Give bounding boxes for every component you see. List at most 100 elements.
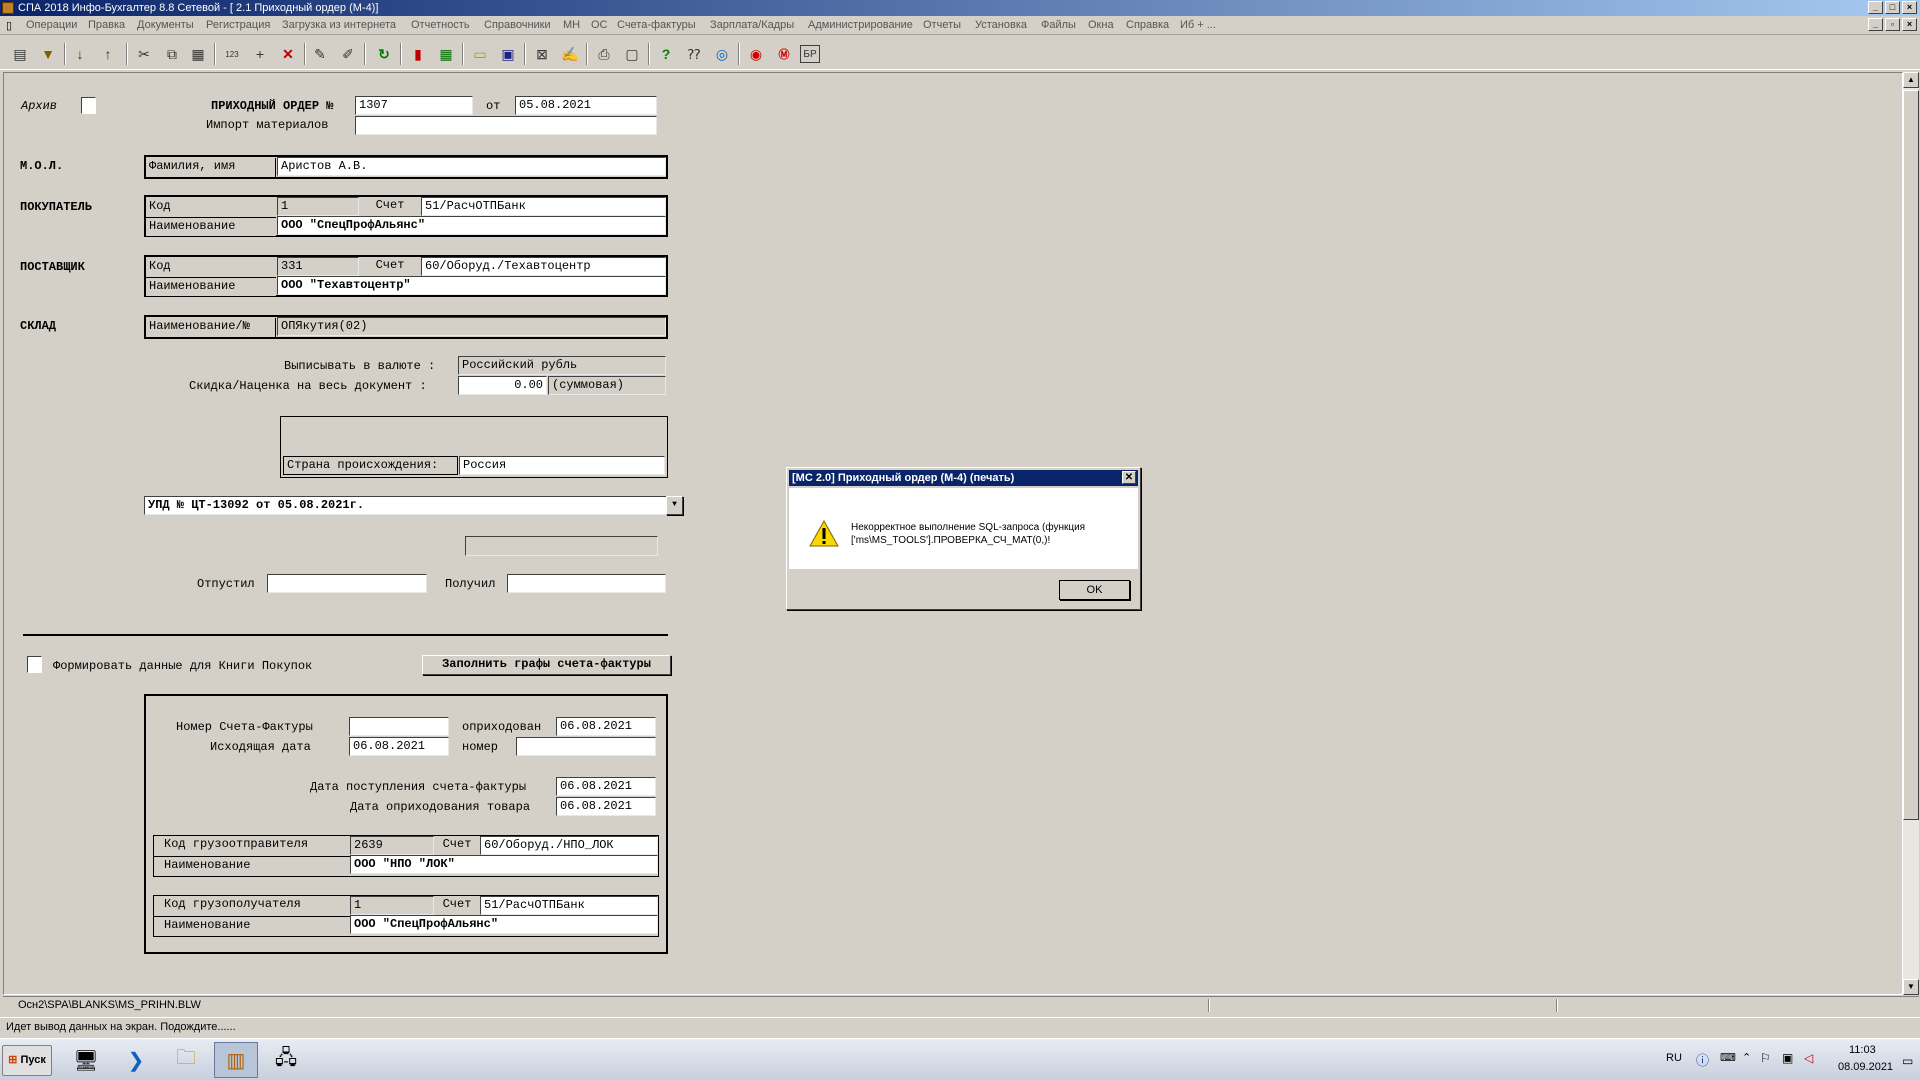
- fill-invoice-button[interactable]: Заполнить графы счета-фактуры: [422, 655, 671, 675]
- export-icon[interactable]: ⊠: [530, 42, 554, 66]
- mol-field[interactable]: Аристов А.В.: [277, 157, 666, 176]
- delete-icon[interactable]: ✕: [276, 42, 300, 66]
- invoice-number-field[interactable]: [349, 717, 449, 736]
- receipt-date-field[interactable]: 06.08.2021: [556, 777, 656, 796]
- scroll-up-button[interactable]: ▲: [1903, 72, 1919, 88]
- filter-icon[interactable]: ▼: [36, 42, 60, 66]
- maximize-button[interactable]: □: [1885, 1, 1900, 14]
- upd-select[interactable]: УПД № ЦТ-13092 от 05.08.2021г.: [144, 496, 667, 515]
- discount-type-field[interactable]: (суммовая): [548, 376, 666, 395]
- close-button[interactable]: ×: [1902, 1, 1917, 14]
- sort-desc-icon[interactable]: ↑: [96, 42, 120, 66]
- buyer-name-field[interactable]: ООО "СпецПрофАльянс": [277, 216, 666, 235]
- br-icon[interactable]: БР: [800, 45, 820, 63]
- shipper-name-field[interactable]: ООО "НПО "ЛОК": [350, 855, 658, 874]
- computer-icon[interactable]: 🖥: [64, 1042, 108, 1078]
- help-tray-icon[interactable]: ⓘ: [1696, 1050, 1709, 1069]
- menu-more[interactable]: Иб + ...: [1180, 19, 1216, 31]
- menu-registration[interactable]: Регистрация: [206, 19, 270, 31]
- language-indicator[interactable]: RU: [1666, 1052, 1682, 1064]
- menu-invoices[interactable]: Счета-фактуры: [617, 19, 696, 31]
- released-field[interactable]: [267, 574, 427, 593]
- network-icon[interactable]: ▣: [1782, 1051, 1793, 1065]
- menu-install[interactable]: Установка: [975, 19, 1027, 31]
- consignee-account-field[interactable]: 51/РасчОТПБанк: [480, 896, 658, 915]
- powershell-icon[interactable]: ❯: [114, 1042, 158, 1078]
- pdf-icon[interactable]: ▮: [406, 42, 430, 66]
- consignee-code-field[interactable]: 1: [350, 896, 434, 915]
- minimize-button[interactable]: _: [1868, 1, 1883, 14]
- start-button[interactable]: ⊞ Пуск: [2, 1045, 52, 1076]
- scroll-thumb[interactable]: [1903, 90, 1919, 820]
- book-checkbox[interactable]: [27, 656, 42, 673]
- shipper-account-field[interactable]: 60/Оборуд./НПО_ЛОК: [480, 836, 658, 855]
- server-icon[interactable]: 🖧: [264, 1042, 308, 1078]
- whatis-icon[interactable]: ⁇: [682, 42, 706, 66]
- print-icon[interactable]: ⎙: [592, 42, 616, 66]
- vertical-scrollbar[interactable]: ▲ ▼: [1903, 72, 1919, 995]
- chevron-down-icon[interactable]: ▼: [666, 496, 683, 515]
- warehouse-field[interactable]: ОПЯкутия(02): [277, 317, 666, 336]
- spa-app-icon[interactable]: ▥: [214, 1042, 258, 1078]
- flag-icon[interactable]: ⚐: [1760, 1051, 1771, 1065]
- lifebuoy-icon[interactable]: ◉: [744, 42, 768, 66]
- discount-field[interactable]: 0.00: [458, 376, 547, 395]
- unmark-icon[interactable]: ✐: [336, 42, 360, 66]
- posted-field[interactable]: 06.08.2021: [556, 717, 656, 736]
- buyer-account-field[interactable]: 51/РасчОТПБанк: [421, 197, 666, 216]
- menu-edit[interactable]: Правка: [88, 19, 125, 31]
- show-desktop-icon[interactable]: ▭: [1902, 1054, 1913, 1068]
- menu-internet-load[interactable]: Загрузка из интернета: [282, 19, 396, 31]
- show-hidden-icon[interactable]: ⌃: [1742, 1051, 1751, 1064]
- buyer-code-field[interactable]: 1: [277, 197, 359, 216]
- copy-icon[interactable]: ⧉: [160, 42, 184, 66]
- menu-reporting[interactable]: Отчетность: [411, 19, 470, 31]
- menu-reports[interactable]: Отчеты: [923, 19, 961, 31]
- sort-asc-icon[interactable]: ↓: [68, 42, 92, 66]
- menu-admin[interactable]: Администрирование: [808, 19, 913, 31]
- select-icon[interactable]: ▤: [8, 42, 32, 66]
- calc-icon[interactable]: 123: [220, 42, 244, 66]
- preview-icon[interactable]: ▢: [620, 42, 644, 66]
- volume-icon[interactable]: ◁: [1804, 1051, 1813, 1065]
- explorer-icon[interactable]: 🗀: [164, 1042, 208, 1078]
- supplier-code-field[interactable]: 331: [277, 257, 359, 276]
- add-icon[interactable]: +: [248, 42, 272, 66]
- ok-button[interactable]: OK: [1059, 580, 1130, 600]
- excel-icon[interactable]: ▦: [434, 42, 458, 66]
- clock-date[interactable]: 08.09.2021: [1838, 1061, 1893, 1073]
- currency-field[interactable]: Российский рубль: [458, 356, 666, 375]
- child-restore-button[interactable]: ▫: [1885, 18, 1900, 31]
- import-field[interactable]: [355, 116, 657, 135]
- outgoing-date-field[interactable]: 06.08.2021: [349, 737, 449, 756]
- menu-salary[interactable]: Зарплата/Кадры: [710, 19, 794, 31]
- archive-checkbox[interactable]: [81, 97, 96, 114]
- menu-references[interactable]: Справочники: [484, 19, 551, 31]
- supplier-account-field[interactable]: 60/Оборуд./Техавтоцентр: [421, 257, 666, 276]
- keyboard-icon[interactable]: ⌨: [1720, 1051, 1736, 1064]
- paste-icon[interactable]: ▦: [186, 42, 210, 66]
- doc-icon[interactable]: ▯: [6, 19, 12, 32]
- menu-help[interactable]: Справка: [1126, 19, 1169, 31]
- goods-date-field[interactable]: 06.08.2021: [556, 797, 656, 816]
- menu-mn[interactable]: МН: [563, 19, 580, 31]
- cut-icon[interactable]: ✂: [132, 42, 156, 66]
- received-field[interactable]: [507, 574, 666, 593]
- clock-time[interactable]: 11:03: [1849, 1044, 1876, 1056]
- scroll-down-button[interactable]: ▼: [1903, 979, 1919, 995]
- child-minimize-button[interactable]: _: [1868, 18, 1883, 31]
- country-field[interactable]: Россия: [459, 456, 665, 475]
- m-icon[interactable]: Ⓜ: [772, 42, 796, 66]
- menu-documents[interactable]: Документы: [137, 19, 194, 31]
- shipper-code-field[interactable]: 2639: [350, 836, 434, 855]
- consignee-name-field[interactable]: ООО "СпецПрофАльянс": [350, 915, 658, 934]
- order-number-field[interactable]: 1307: [355, 96, 473, 115]
- supplier-name-field[interactable]: ООО "Техавтоцентр": [277, 276, 666, 295]
- num-field[interactable]: [516, 737, 656, 756]
- open-icon[interactable]: ▭: [468, 42, 492, 66]
- help-icon[interactable]: ?: [654, 42, 678, 66]
- menu-windows[interactable]: Окна: [1088, 19, 1114, 31]
- browser-icon[interactable]: ◎: [710, 42, 734, 66]
- refresh-icon[interactable]: ↻: [372, 42, 396, 66]
- child-close-button[interactable]: ×: [1902, 18, 1917, 31]
